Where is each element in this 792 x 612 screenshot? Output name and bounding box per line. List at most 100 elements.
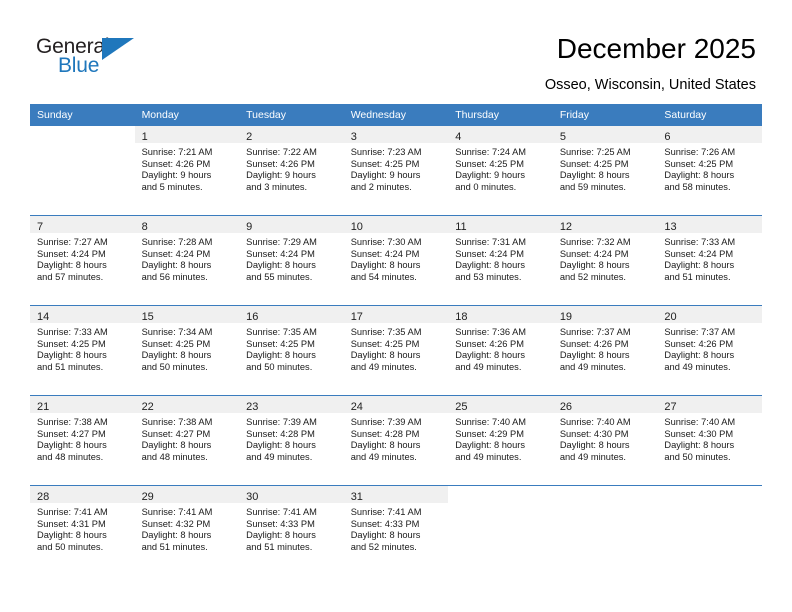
- calendar-day-cell[interactable]: 19 Sunrise: 7:37 AM Sunset: 4:26 PM Dayligh…: [552, 306, 658, 395]
- calendar-day-cell[interactable]: 25 Sunrise: 7:40 AM Sunset: 4:29 PM Dayligh…: [448, 396, 553, 485]
- calendar-day-cell[interactable]: 3 Sunrise: 7:23 AM Sunset: 4:25 PM Daylight…: [343, 126, 449, 215]
- calendar-cell-empty: [657, 486, 762, 575]
- calendar-day-cell[interactable]: 18 Sunrise: 7:36 AM Sunset: 4:26 PM Dayligh…: [448, 306, 553, 395]
- calendar-day-cell[interactable]: 17 Sunrise: 7:35 AM Sunset: 4:25 PM Dayligh…: [343, 306, 449, 395]
- daylight-text-line1: Daylight: 8 hours: [246, 440, 316, 451]
- daylight-text-line2: and 2 minutes.: [350, 181, 412, 192]
- day-sun-info: Sunrise: 7:32 AM Sunset: 4:24 PM Daylight:…: [553, 233, 658, 283]
- sunset-text: Sunset: 4:24 PM: [37, 248, 106, 259]
- sunset-text: Sunset: 4:24 PM: [141, 248, 211, 259]
- daylight-text-line2: and 51 minutes.: [141, 541, 208, 552]
- calendar-day-cell[interactable]: 27 Sunrise: 7:40 AM Sunset: 4:30 PM Dayligh…: [657, 396, 762, 485]
- daylight-text-line2: and 53 minutes.: [455, 271, 522, 282]
- sunrise-text: Sunrise: 7:22 AM: [246, 147, 317, 157]
- sunset-text: Sunset: 4:27 PM: [141, 428, 211, 439]
- calendar-day-cell[interactable]: 22 Sunrise: 7:38 AM Sunset: 4:27 PM Dayligh…: [134, 396, 240, 485]
- calendar-day-cell[interactable]: 28 Sunrise: 7:41 AM Sunset: 4:31 PM Dayligh…: [30, 486, 135, 575]
- calendar-week-row: 14 Sunrise: 7:33 AM Sunset: 4:25 PM Dayligh…: [30, 305, 762, 396]
- day-number-band: 5: [552, 126, 658, 143]
- calendar-day-cell[interactable]: 20 Sunrise: 7:37 AM Sunset: 4:26 PM Dayligh…: [657, 306, 762, 395]
- sunset-text: Sunset: 4:26 PM: [664, 338, 734, 349]
- day-sun-info: Sunrise: 7:40 AM Sunset: 4:30 PM Daylight:…: [553, 413, 658, 463]
- day-number-band: 29: [134, 486, 240, 503]
- daylight-text-line1: Daylight: 8 hours: [37, 350, 107, 361]
- daylight-text-line2: and 3 minutes.: [246, 181, 308, 192]
- daylight-text-line1: Daylight: 8 hours: [559, 260, 630, 271]
- calendar-day-cell[interactable]: 9 Sunrise: 7:29 AM Sunset: 4:24 PM Daylight…: [239, 216, 344, 305]
- calendar-day-cell[interactable]: 16 Sunrise: 7:35 AM Sunset: 4:25 PM Dayligh…: [239, 306, 344, 395]
- calendar-week-row: 28 Sunrise: 7:41 AM Sunset: 4:31 PM Dayligh…: [30, 485, 762, 575]
- calendar-day-cell[interactable]: 11 Sunrise: 7:31 AM Sunset: 4:24 PM Dayligh…: [448, 216, 553, 305]
- daylight-text-line2: and 50 minutes.: [664, 451, 731, 462]
- calendar-day-cell[interactable]: 5 Sunrise: 7:25 AM Sunset: 4:25 PM Daylight…: [552, 126, 658, 215]
- day-sun-info: Sunrise: 7:38 AM Sunset: 4:27 PM Daylight:…: [135, 413, 240, 463]
- daylight-text-line2: and 51 minutes.: [246, 541, 313, 552]
- day-sun-info: Sunrise: 7:30 AM Sunset: 4:24 PM Daylight:…: [344, 233, 449, 283]
- calendar-day-cell[interactable]: 1 Sunrise: 7:21 AM Sunset: 4:26 PM Daylight…: [134, 126, 240, 215]
- day-number-band: [552, 486, 658, 503]
- sunrise-text: Sunrise: 7:21 AM: [141, 147, 213, 157]
- calendar-day-cell[interactable]: 26 Sunrise: 7:40 AM Sunset: 4:30 PM Dayligh…: [552, 396, 658, 485]
- calendar-cell-empty: [30, 126, 135, 215]
- daylight-text-line2: and 55 minutes.: [246, 271, 313, 282]
- daylight-text-line2: and 59 minutes.: [559, 181, 626, 192]
- day-sun-info: Sunrise: 7:41 AM Sunset: 4:33 PM Daylight:…: [239, 503, 344, 553]
- general-blue-logo[interactable]: General Blue: [36, 36, 166, 86]
- calendar-day-cell[interactable]: 6 Sunrise: 7:26 AM Sunset: 4:25 PM Daylight…: [657, 126, 762, 215]
- sunrise-sunset-calendar: Sunday Monday Tuesday Wednesday Thursday…: [30, 104, 762, 575]
- sunrise-text: Sunrise: 7:40 AM: [559, 417, 631, 427]
- calendar-day-cell[interactable]: 21 Sunrise: 7:38 AM Sunset: 4:27 PM Dayligh…: [30, 396, 135, 485]
- daylight-text-line1: Daylight: 8 hours: [141, 260, 212, 271]
- calendar-day-cell[interactable]: 24 Sunrise: 7:39 AM Sunset: 4:28 PM Dayligh…: [343, 396, 449, 485]
- daylight-text-line1: Daylight: 9 hours: [455, 170, 526, 181]
- weekday-header-saturday: Saturday: [657, 104, 762, 126]
- daylight-text-line2: and 54 minutes.: [350, 271, 417, 282]
- sunrise-text: Sunrise: 7:29 AM: [246, 237, 317, 247]
- sunrise-text: Sunrise: 7:41 AM: [350, 507, 422, 517]
- calendar-day-cell[interactable]: 30 Sunrise: 7:41 AM Sunset: 4:33 PM Dayligh…: [239, 486, 344, 575]
- day-sun-info: Sunrise: 7:21 AM Sunset: 4:26 PM Daylight:…: [135, 143, 240, 193]
- calendar-day-cell[interactable]: 15 Sunrise: 7:34 AM Sunset: 4:25 PM Dayligh…: [134, 306, 240, 395]
- day-number: 12: [559, 221, 573, 233]
- day-number-band: 19: [552, 306, 658, 323]
- calendar-day-cell[interactable]: 4 Sunrise: 7:24 AM Sunset: 4:25 PM Daylight…: [448, 126, 553, 215]
- sunset-text: Sunset: 4:24 PM: [559, 248, 629, 259]
- calendar-day-cell[interactable]: 10 Sunrise: 7:30 AM Sunset: 4:24 PM Dayligh…: [343, 216, 449, 305]
- calendar-day-cell[interactable]: 12 Sunrise: 7:32 AM Sunset: 4:24 PM Dayligh…: [552, 216, 658, 305]
- calendar-day-cell[interactable]: 8 Sunrise: 7:28 AM Sunset: 4:24 PM Daylight…: [134, 216, 240, 305]
- sunrise-text: Sunrise: 7:33 AM: [664, 237, 736, 247]
- weekday-header-sunday: Sunday: [30, 104, 135, 126]
- sunrise-text: Sunrise: 7:34 AM: [141, 327, 213, 337]
- daylight-text-line1: Daylight: 9 hours: [141, 170, 212, 181]
- day-sun-info: Sunrise: 7:31 AM Sunset: 4:24 PM Daylight:…: [448, 233, 553, 283]
- location-subtitle: Osseo, Wisconsin, United States: [544, 77, 756, 93]
- calendar-day-cell[interactable]: 14 Sunrise: 7:33 AM Sunset: 4:25 PM Dayligh…: [30, 306, 135, 395]
- day-number-band: [448, 486, 553, 503]
- day-sun-info: Sunrise: 7:36 AM Sunset: 4:26 PM Daylight:…: [448, 323, 553, 373]
- day-number-band: 18: [448, 306, 553, 323]
- daylight-text-line2: and 48 minutes.: [141, 451, 208, 462]
- sunrise-text: Sunrise: 7:33 AM: [37, 327, 108, 337]
- calendar-day-cell[interactable]: 13 Sunrise: 7:33 AM Sunset: 4:24 PM Dayligh…: [657, 216, 762, 305]
- day-number: 25: [455, 401, 468, 413]
- triangle-flag-icon: [102, 38, 134, 60]
- day-number: 30: [246, 491, 259, 503]
- daylight-text-line2: and 49 minutes.: [455, 451, 522, 462]
- day-sun-info: Sunrise: 7:39 AM Sunset: 4:28 PM Daylight:…: [239, 413, 344, 463]
- sunrise-text: Sunrise: 7:24 AM: [455, 147, 527, 157]
- sunset-text: Sunset: 4:24 PM: [664, 248, 734, 259]
- sunset-text: Sunset: 4:26 PM: [559, 338, 629, 349]
- calendar-cell-empty: [448, 486, 553, 575]
- sunrise-text: Sunrise: 7:23 AM: [350, 147, 422, 157]
- daylight-text-line1: Daylight: 8 hours: [141, 440, 212, 451]
- sunrise-text: Sunrise: 7:38 AM: [37, 417, 108, 427]
- day-number-band: 12: [552, 216, 658, 233]
- calendar-day-cell[interactable]: 7 Sunrise: 7:27 AM Sunset: 4:24 PM Daylight…: [30, 216, 135, 305]
- calendar-day-cell[interactable]: 31 Sunrise: 7:41 AM Sunset: 4:33 PM Dayligh…: [343, 486, 449, 575]
- sunrise-text: Sunrise: 7:41 AM: [37, 507, 108, 517]
- daylight-text-line1: Daylight: 8 hours: [350, 440, 421, 451]
- calendar-day-cell[interactable]: 23 Sunrise: 7:39 AM Sunset: 4:28 PM Dayligh…: [239, 396, 344, 485]
- daylight-text-line1: Daylight: 8 hours: [246, 260, 316, 271]
- calendar-day-cell[interactable]: 29 Sunrise: 7:41 AM Sunset: 4:32 PM Dayligh…: [134, 486, 240, 575]
- calendar-day-cell[interactable]: 2 Sunrise: 7:22 AM Sunset: 4:26 PM Daylight…: [239, 126, 344, 215]
